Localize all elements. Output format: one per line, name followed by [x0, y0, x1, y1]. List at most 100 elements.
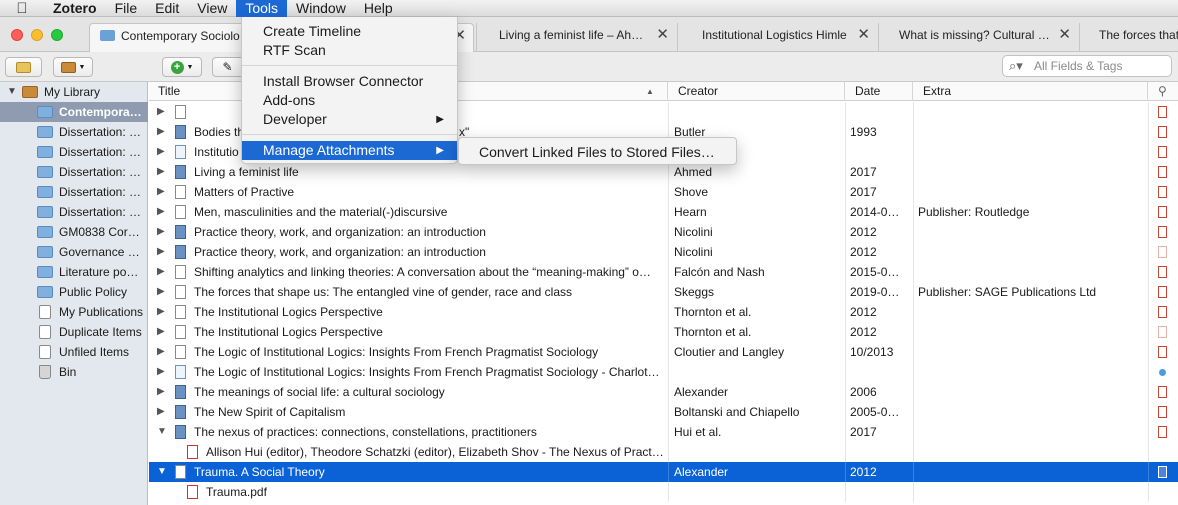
close-tab-icon[interactable]: ✕ [1058, 23, 1071, 47]
new-item-button[interactable]: + ▼ [162, 57, 202, 77]
column-header-attachments[interactable]: ⚲ [1149, 82, 1178, 101]
disclosure-triangle-icon[interactable]: ▶ [157, 102, 165, 122]
apple-menu-icon[interactable]:  [0, 0, 44, 17]
item-row[interactable]: ▶ Shifting analytics and linking theories… [149, 262, 1178, 282]
pdf-attachment-icon[interactable] [1158, 406, 1167, 418]
pdf-attachment-icon[interactable] [1158, 246, 1167, 258]
menu-help[interactable]: Help [355, 0, 402, 17]
zoom-window-button[interactable] [51, 29, 63, 41]
item-row[interactable]: ▶ The New Spirit of Capitalism Boltanski a… [149, 402, 1178, 422]
disclosure-triangle-icon[interactable]: ▼ [157, 422, 167, 442]
item-row[interactable]: ▶ Practice theory, work, and organization… [149, 242, 1178, 262]
menu-edit[interactable]: Edit [146, 0, 188, 17]
pdf-attachment-icon[interactable] [1158, 426, 1167, 438]
menu-app-zotero[interactable]: Zotero [44, 0, 106, 17]
menu-item-add-ons[interactable]: Add-ons [242, 91, 457, 110]
disclosure-triangle-icon[interactable]: ▶ [157, 122, 165, 142]
disclosure-triangle-icon[interactable]: ▶ [157, 162, 165, 182]
item-row[interactable]: ▶ Men, masculinities and the material(-)d… [149, 202, 1178, 222]
sidebar-item-duplicate-items[interactable]: Duplicate Items [0, 322, 148, 342]
pdf-attachment-icon[interactable] [1158, 326, 1167, 338]
disclosure-triangle-icon[interactable]: ▶ [157, 222, 165, 242]
item-row[interactable]: ▶ Matters of Practive Shove 2017 [149, 182, 1178, 202]
sidebar-item-dissertation-2[interactable]: Dissertation: … [0, 142, 148, 162]
sidebar-item-contemporary[interactable]: Contempora… [0, 102, 148, 122]
disclosure-triangle-icon[interactable]: ▶ [157, 322, 165, 342]
attachment-row[interactable]: Allison Hui (editor), Theodore Schatzki … [149, 442, 1178, 462]
column-header-creator[interactable]: Creator [669, 82, 845, 101]
new-collection-button[interactable] [5, 57, 42, 77]
pdf-attachment-icon[interactable] [1158, 146, 1167, 158]
menu-file[interactable]: File [106, 0, 147, 17]
item-row[interactable]: ▶ The forces that shape us: The entangled… [149, 282, 1178, 302]
disclosure-triangle-icon[interactable]: ▶ [157, 182, 165, 202]
pdf-attachment-icon[interactable] [1158, 106, 1167, 118]
sidebar-item-dissertation-1[interactable]: Dissertation: … [0, 122, 148, 142]
menu-item-developer[interactable]: Developer ▶ [242, 110, 457, 129]
pdf-attachment-icon[interactable] [1158, 166, 1167, 178]
disclosure-triangle-icon[interactable]: ▼ [157, 462, 167, 482]
add-by-identifier-button[interactable]: ✎ [212, 57, 242, 77]
disclosure-triangle-icon[interactable]: ▶ [157, 282, 165, 302]
menu-item-install-browser-connector[interactable]: Install Browser Connector [242, 72, 457, 91]
menu-item-manage-attachments[interactable]: Manage Attachments ▶ [242, 141, 457, 160]
menu-window[interactable]: Window [287, 0, 355, 17]
menu-item-convert-linked-files[interactable]: Convert Linked Files to Stored Files… [479, 144, 715, 160]
disclosure-triangle-icon[interactable]: ▶ [157, 342, 165, 362]
tab-what-is-missing[interactable]: What is missing? Cultural … ✕ [878, 23, 1078, 52]
disclosure-triangle-icon[interactable]: ▶ [157, 382, 165, 402]
disclosure-triangle-icon[interactable]: ▶ [157, 362, 165, 382]
tab-institutional-logistics[interactable]: Institutional Logistics Himle ✕ [677, 23, 877, 52]
item-row[interactable]: ▶ The Institutional Logics Perspective Tho… [149, 322, 1178, 342]
item-row[interactable]: ▶ The Logic of Institutional Logics: Insi… [149, 362, 1178, 382]
pdf-attachment-icon[interactable] [1158, 306, 1167, 318]
column-header-extra[interactable]: Extra [914, 82, 1148, 101]
pdf-attachment-icon[interactable] [1158, 186, 1167, 198]
pdf-attachment-icon[interactable] [1158, 226, 1167, 238]
item-row[interactable]: ▶ Practice theory, work, and organization… [149, 222, 1178, 242]
close-tab-icon[interactable]: ✕ [656, 23, 669, 47]
sidebar-item-gm0838[interactable]: GM0838 Cor… [0, 222, 148, 242]
pdf-attachment-icon[interactable] [1158, 386, 1167, 398]
pdf-attachment-icon[interactable] [1158, 466, 1167, 478]
minimize-window-button[interactable] [31, 29, 43, 41]
item-row[interactable]: ▶ The Logic of Institutional Logics: Insi… [149, 342, 1178, 362]
sidebar-item-literature[interactable]: Literature po… [0, 262, 148, 282]
tab-the-forces[interactable]: The forces that [1079, 23, 1178, 52]
disclosure-triangle-icon[interactable]: ▶ [157, 302, 165, 322]
disclosure-triangle-icon[interactable]: ▶ [157, 142, 165, 162]
menu-tools[interactable]: Tools [236, 0, 288, 17]
sidebar-item-my-publications[interactable]: My Publications [0, 302, 148, 322]
sidebar-item-my-library[interactable]: ▼ My Library [0, 82, 148, 102]
menu-item-create-timeline[interactable]: Create Timeline [242, 22, 457, 41]
pdf-attachment-icon[interactable] [1158, 206, 1167, 218]
disclosure-triangle-icon[interactable]: ▶ [157, 402, 165, 422]
item-row[interactable]: ▼ Trauma. A Social Theory Alexander 2012 [149, 462, 1178, 482]
menu-item-rtf-scan[interactable]: RTF Scan [242, 41, 457, 60]
pdf-attachment-icon[interactable] [1158, 346, 1167, 358]
new-library-button[interactable]: ▼ [53, 57, 93, 77]
disclosure-triangle-icon[interactable]: ▶ [157, 262, 165, 282]
tab-living-a-feminist-life[interactable]: Living a feminist life – Ah… ✕ [476, 23, 676, 52]
column-header-date[interactable]: Date [846, 82, 913, 101]
sidebar-item-bin[interactable]: Bin [0, 362, 148, 382]
search-field[interactable]: ⌕▾ All Fields & Tags [1002, 55, 1172, 77]
sidebar-item-governance[interactable]: Governance … [0, 242, 148, 262]
item-row[interactable]: ▼ The nexus of practices: connections, co… [149, 422, 1178, 442]
sidebar-item-public-policy[interactable]: Public Policy [0, 282, 148, 302]
pdf-attachment-icon[interactable] [1158, 266, 1167, 278]
sidebar-item-unfiled-items[interactable]: Unfiled Items [0, 342, 148, 362]
item-row[interactable]: ▶ The Institutional Logics Perspective Tho… [149, 302, 1178, 322]
attachment-row[interactable]: Trauma.pdf [149, 482, 1178, 502]
sidebar-item-dissertation-5[interactable]: Dissertation: … [0, 202, 148, 222]
sidebar-item-dissertation-3[interactable]: Dissertation: … [0, 162, 148, 182]
disclosure-triangle-icon[interactable]: ▶ [157, 242, 165, 262]
sidebar-item-dissertation-4[interactable]: Dissertation: … [0, 182, 148, 202]
item-row[interactable]: ▶ The meanings of social life: a cultural… [149, 382, 1178, 402]
close-tab-icon[interactable]: ✕ [857, 23, 870, 47]
menu-view[interactable]: View [188, 0, 236, 17]
disclosure-triangle-icon[interactable]: ▼ [7, 82, 17, 102]
close-window-button[interactable] [11, 29, 23, 41]
pdf-attachment-icon[interactable] [1158, 126, 1167, 138]
pdf-attachment-icon[interactable] [1158, 286, 1167, 298]
